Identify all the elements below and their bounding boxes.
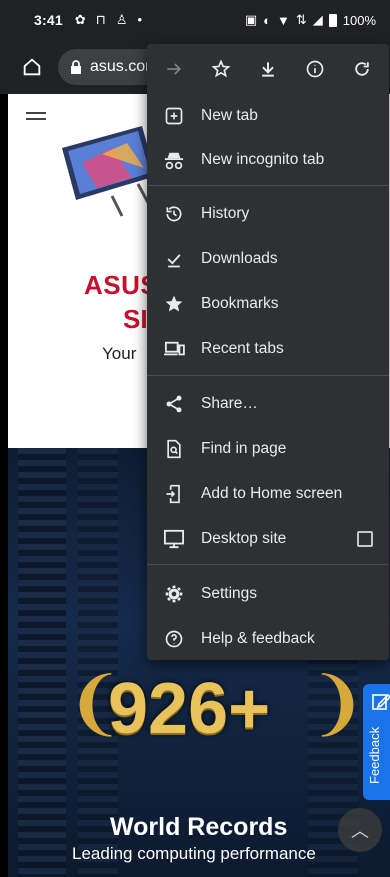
- menu-item-new-incognito-tab[interactable]: New incognito tab: [147, 138, 389, 182]
- laurel-right-icon: ❩: [308, 664, 367, 742]
- assistant-icon: ♙: [115, 12, 128, 27]
- menu-divider: [147, 564, 389, 565]
- edit-icon: [372, 693, 390, 710]
- desktop-site-checkbox[interactable]: [357, 531, 373, 547]
- hero-heading-line2: SI: [123, 304, 148, 334]
- bookmark-button[interactable]: [203, 51, 239, 87]
- home-icon: [23, 58, 41, 76]
- signal-icon: ◢: [312, 12, 323, 27]
- records-count: 926+: [108, 669, 271, 749]
- menu-item-label: New incognito tab: [201, 151, 325, 168]
- menu-item-find-in-page[interactable]: Find in page: [147, 427, 389, 471]
- status-time: 3:41: [34, 12, 63, 28]
- menu-item-label: Downloads: [201, 250, 278, 267]
- menu-item-history[interactable]: History: [147, 192, 389, 236]
- hero-tagline: Your: [102, 344, 137, 363]
- menu-item-label: Add to Home screen: [201, 485, 343, 502]
- menu-item-label: Settings: [201, 585, 258, 602]
- menu-item-label: Recent tabs: [201, 340, 284, 357]
- download-button[interactable]: [250, 51, 286, 87]
- menu-item-label: New tab: [201, 107, 258, 124]
- menu-item-help-feedback[interactable]: Help & feedback: [147, 617, 389, 660]
- menu-item-label: History: [201, 205, 250, 222]
- chevron-up-icon: ︿: [351, 821, 369, 841]
- page-info-button[interactable]: [297, 51, 333, 87]
- add-to-home-icon: [163, 483, 185, 505]
- plus-box-icon: [163, 105, 185, 127]
- banner-title: World Records: [110, 813, 288, 841]
- menu-item-new-tab[interactable]: New tab: [147, 94, 389, 138]
- download-icon: [262, 62, 274, 77]
- forward-button[interactable]: [156, 51, 192, 87]
- menu-item-recent-tabs[interactable]: Recent tabs: [147, 327, 389, 371]
- vibrate-icon: ◐: [263, 12, 271, 28]
- desktop-icon: [163, 528, 185, 550]
- reload-icon: [354, 62, 369, 76]
- nfc-icon: ▣: [244, 12, 258, 27]
- feedback-label: Feedback: [367, 726, 382, 784]
- laptop-image: [62, 126, 156, 217]
- star-icon: [163, 293, 185, 315]
- chrome-overflow-menu: New tab New incognito tab History Downlo…: [147, 44, 389, 660]
- forward-icon: [167, 63, 182, 75]
- info-icon: [306, 60, 324, 78]
- menu-item-downloads[interactable]: Downloads: [147, 237, 389, 281]
- menu-item-label: Bookmarks: [201, 295, 279, 312]
- help-icon: [163, 628, 185, 650]
- menu-item-share[interactable]: Share…: [147, 382, 389, 426]
- banner-subtitle: Leading computing performance: [72, 844, 316, 863]
- history-icon: [163, 203, 185, 225]
- hamburger-menu-icon[interactable]: [26, 112, 46, 124]
- reload-button[interactable]: [344, 51, 380, 87]
- server-rack-image: [18, 448, 66, 877]
- menu-item-label: Find in page: [201, 440, 287, 457]
- devices-icon: [163, 338, 185, 360]
- notification-icon: ⊓: [95, 12, 106, 27]
- menu-item-label: Desktop site: [201, 530, 287, 547]
- menu-item-label: Help & feedback: [201, 630, 315, 647]
- menu-item-add-to-home-screen[interactable]: Add to Home screen: [147, 472, 389, 516]
- status-bar: 3:41 ✿ ⊓ ♙ • ▣ ◐ ▼ ⇅ ◢ 100%: [0, 0, 390, 40]
- battery-icon: [328, 13, 337, 27]
- incognito-icon: [163, 149, 185, 171]
- data-icon: ⇅: [295, 12, 307, 27]
- home-button[interactable]: [12, 47, 52, 87]
- menu-action-row: [147, 44, 389, 94]
- scroll-top-button[interactable]: ︿: [338, 808, 382, 852]
- menu-item-label: Share…: [201, 395, 258, 412]
- downloads-icon: [163, 248, 185, 270]
- wifi-icon: ▼: [276, 12, 290, 28]
- battery-percent: 100%: [342, 12, 376, 28]
- bookmark-star-icon: [211, 59, 231, 78]
- feedback-button[interactable]: Feedback: [363, 684, 390, 800]
- find-in-page-icon: [163, 438, 185, 460]
- lock-icon: [71, 60, 81, 74]
- menu-divider: [147, 185, 389, 186]
- share-icon: [163, 393, 185, 415]
- dot-icon: •: [137, 12, 143, 27]
- menu-item-bookmarks[interactable]: Bookmarks: [147, 282, 389, 326]
- menu-item-desktop-site[interactable]: Desktop site: [147, 517, 389, 561]
- menu-item-settings[interactable]: Settings: [147, 572, 389, 616]
- gear-icon: [163, 583, 185, 605]
- menu-divider: [147, 375, 389, 376]
- settings-icon: ✿: [74, 12, 86, 27]
